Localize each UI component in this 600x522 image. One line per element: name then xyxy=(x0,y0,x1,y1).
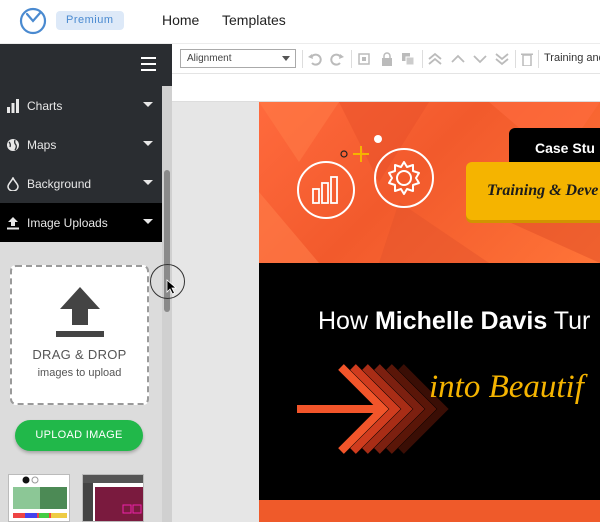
toolbar-divider xyxy=(351,50,352,68)
top-nav: Premium Home Templates xyxy=(0,0,600,44)
send-backward-icon[interactable] xyxy=(473,52,487,66)
toolbar-divider xyxy=(422,50,423,68)
toolbar-divider xyxy=(302,50,303,68)
undo-icon[interactable] xyxy=(308,52,322,66)
sidebar-item-label: Image Uploads xyxy=(27,215,108,230)
droplet-icon xyxy=(6,176,20,191)
uploaded-image-thumbnail[interactable] xyxy=(82,474,144,522)
bring-forward-icon[interactable] xyxy=(451,52,465,66)
trash-icon[interactable] xyxy=(520,52,534,66)
send-to-back-icon[interactable] xyxy=(495,52,509,66)
image-dropzone[interactable]: DRAG & DROP images to upload xyxy=(10,265,149,405)
training-label[interactable]: Training & Deve xyxy=(466,162,600,220)
chevron-down-icon xyxy=(143,141,153,146)
sidebar-menu: Charts Maps Background Image Uploads xyxy=(0,86,162,242)
design-headline[interactable]: How Michelle Davis Tur xyxy=(318,307,590,336)
toolbar-divider xyxy=(538,50,539,68)
duplicate-icon[interactable] xyxy=(401,52,415,66)
sidebar-item-label: Background xyxy=(27,176,92,191)
bring-to-front-icon[interactable] xyxy=(428,52,442,66)
design-title-section[interactable]: How Michelle Davis Tur into Beautif xyxy=(259,263,600,500)
upload-arrow-icon xyxy=(56,287,104,337)
design-script-text[interactable]: into Beautif xyxy=(429,369,584,406)
sidebar-item-charts[interactable]: Charts xyxy=(0,86,162,125)
chevron-down-icon xyxy=(143,102,153,107)
lock-icon[interactable] xyxy=(380,52,394,66)
uploaded-image-thumbnail[interactable] xyxy=(8,474,70,522)
sidebar-header xyxy=(0,44,172,86)
alignment-select-value: Alignment xyxy=(187,53,232,64)
alignment-select[interactable]: Alignment xyxy=(180,49,296,68)
design-canvas[interactable]: Case Stu Training & Deve How Michelle Da… xyxy=(259,102,600,522)
globe-icon xyxy=(6,138,20,152)
chevron-down-icon xyxy=(143,180,153,185)
toolbar-secondary-bar xyxy=(172,74,600,102)
nav-templates-link[interactable]: Templates xyxy=(222,12,286,28)
dropzone-title: DRAG & DROP xyxy=(32,347,127,362)
sidebar-item-label: Charts xyxy=(27,98,63,113)
editor-toolbar: Alignment Training and xyxy=(172,44,600,74)
sparkle-decoration-icon xyxy=(340,135,382,162)
app-logo-icon[interactable] xyxy=(18,6,48,36)
sidebar-scrollbar[interactable] xyxy=(162,86,172,522)
mouse-cursor-icon xyxy=(166,279,178,295)
crop-icon[interactable] xyxy=(357,52,371,66)
document-title[interactable]: Training and xyxy=(544,52,600,64)
sidebar-item-maps[interactable]: Maps xyxy=(0,125,162,164)
sidebar: Charts Maps Background Image Uploads DRA… xyxy=(0,44,172,522)
toolbar-divider xyxy=(515,50,516,68)
upload-icon xyxy=(6,216,20,230)
hamburger-menu-icon[interactable] xyxy=(141,57,156,71)
design-footer-strip xyxy=(259,500,600,522)
redo-icon[interactable] xyxy=(330,52,344,66)
nav-home-link[interactable]: Home xyxy=(162,12,199,28)
premium-badge[interactable]: Premium xyxy=(56,11,124,30)
sidebar-item-image-uploads[interactable]: Image Uploads xyxy=(0,203,162,242)
sidebar-item-background[interactable]: Background xyxy=(0,164,162,203)
chevron-down-icon xyxy=(282,56,290,61)
sidebar-item-label: Maps xyxy=(27,137,57,152)
bar-chart-icon xyxy=(6,98,20,113)
chevron-down-icon xyxy=(143,219,153,224)
dropzone-subtitle: images to upload xyxy=(37,367,122,379)
design-header-section[interactable]: Case Stu Training & Deve xyxy=(259,102,600,263)
upload-image-button[interactable]: UPLOAD IMAGE xyxy=(15,420,143,451)
